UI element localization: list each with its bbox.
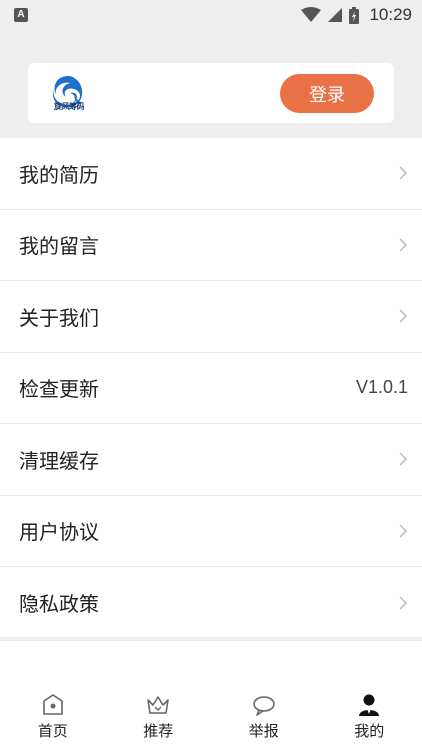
menu-item-label: 我的留言 (19, 234, 99, 259)
nav-item-mine[interactable]: 我的 (317, 688, 422, 750)
menu-item-about[interactable]: 关于我们 (0, 281, 422, 353)
chevron-right-icon (399, 524, 408, 538)
home-icon (42, 694, 63, 715)
user-icon (359, 694, 380, 716)
nav-label: 首页 (37, 722, 68, 740)
settings-menu: 我的简历 我的留言 关于我们 检查更新 V1.0.1 清理缓存 用户协议 隐私政… (0, 138, 422, 639)
bottom-nav: 首页 推荐 举报 我的 (0, 688, 422, 750)
chevron-right-icon (399, 596, 408, 610)
menu-item-label: 我的简历 (19, 162, 99, 187)
battery-icon (349, 6, 360, 24)
menu-item-resume[interactable]: 我的简历 (0, 138, 422, 210)
nav-label: 推荐 (143, 722, 174, 740)
menu-item-label: 隐私政策 (19, 592, 99, 617)
menu-item-label: 用户协议 (19, 520, 99, 545)
nav-item-recommend[interactable]: 推荐 (106, 688, 212, 750)
nav-label: 举报 (248, 722, 279, 740)
version-text: V1.0.1 (355, 377, 408, 398)
profile-header: 旋风筹码 登录 (0, 30, 422, 138)
chevron-right-icon (399, 166, 408, 180)
signal-icon (328, 8, 343, 22)
profile-card: 旋风筹码 登录 (28, 63, 394, 123)
nav-item-report[interactable]: 举报 (211, 688, 317, 750)
wifi-icon (301, 7, 322, 22)
menu-item-label: 关于我们 (19, 305, 99, 330)
notification-icon: A (14, 8, 28, 22)
menu-item-check-update[interactable]: 检查更新 V1.0.1 (0, 353, 422, 424)
clock: 10:29 (369, 5, 412, 24)
nav-label: 我的 (354, 722, 385, 740)
chevron-right-icon (399, 309, 408, 323)
login-button[interactable]: 登录 (280, 74, 374, 113)
menu-item-messages[interactable]: 我的留言 (0, 210, 422, 281)
crown-icon (147, 696, 170, 714)
chevron-right-icon (399, 452, 408, 466)
menu-item-clear-cache[interactable]: 清理缓存 (0, 424, 422, 496)
menu-item-label: 检查更新 (19, 377, 99, 402)
status-bar: A 10:29 (0, 0, 422, 30)
logo-text: 旋风筹码 (54, 101, 85, 111)
menu-item-label: 清理缓存 (19, 448, 99, 473)
chat-bubble-icon (252, 696, 275, 716)
menu-item-privacy-policy[interactable]: 隐私政策 (0, 567, 422, 639)
chevron-right-icon (399, 238, 408, 252)
menu-item-user-agreement[interactable]: 用户协议 (0, 496, 422, 567)
nav-item-home[interactable]: 首页 (0, 688, 106, 750)
